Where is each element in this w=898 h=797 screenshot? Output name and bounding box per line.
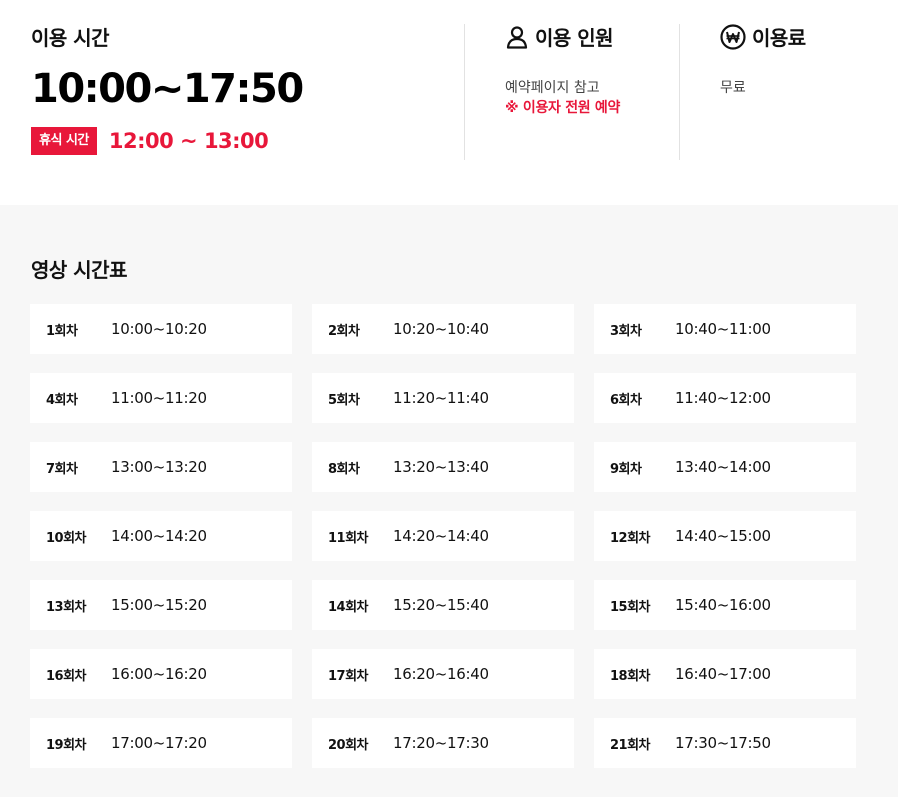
schedule-item: 6회차 11:40~12:00 — [594, 373, 856, 423]
schedule-item: 14회차 15:20~15:40 — [312, 580, 574, 630]
round-label: 13회차 — [46, 599, 87, 615]
round-label: 18회차 — [610, 668, 651, 684]
fee-heading: 이용료 — [720, 22, 806, 51]
schedule-item: 7회차 13:00~13:20 — [30, 442, 292, 492]
round-time: 11:00~11:20 — [111, 389, 207, 407]
round-label: 4회차 — [46, 392, 78, 408]
round-time: 15:40~16:00 — [675, 596, 771, 614]
schedule-item: 12회차 14:40~15:00 — [594, 511, 856, 561]
round-time: 17:30~17:50 — [675, 734, 771, 752]
schedule-item: 1회차 10:00~10:20 — [30, 304, 292, 354]
schedule-section: 영상 시간표 1회차 10:00~10:20 2회차 10:20~10:40 3회차… — [0, 205, 898, 797]
schedule-item: 19회차 17:00~17:20 — [30, 718, 292, 768]
schedule-item: 11회차 14:20~14:40 — [312, 511, 574, 561]
divider — [464, 24, 465, 160]
round-label: 19회차 — [46, 737, 87, 753]
round-label: 3회차 — [610, 323, 642, 339]
people-block: 이용 인원 예약페이지 참고 ※ 이용자 전원 예약 — [505, 22, 620, 118]
round-label: 2회차 — [328, 323, 360, 339]
round-label: 9회차 — [610, 461, 642, 477]
round-time: 16:20~16:40 — [393, 665, 489, 683]
schedule-item: 17회차 16:20~16:40 — [312, 649, 574, 699]
round-label: 12회차 — [610, 530, 651, 546]
people-heading: 이용 인원 — [505, 22, 620, 51]
schedule-item: 4회차 11:00~11:20 — [30, 373, 292, 423]
round-time: 11:20~11:40 — [393, 389, 489, 407]
fee-block: 이용료 무료 — [720, 22, 806, 98]
rest-time-value: 12:00 ~ 13:00 — [108, 129, 269, 153]
person-icon — [505, 25, 529, 49]
info-section: 이용 시간 10:00~17:50 휴식 시간 12:00 ~ 13:00 이용… — [0, 0, 898, 205]
schedule-item: 2회차 10:20~10:40 — [312, 304, 574, 354]
round-label: 7회차 — [46, 461, 78, 477]
people-title: 이용 인원 — [535, 26, 614, 50]
rest-time-row: 휴식 시간 12:00 ~ 13:00 — [31, 127, 303, 155]
round-time: 17:20~17:30 — [393, 734, 489, 752]
hours-title: 이용 시간 — [31, 26, 110, 50]
schedule-item: 20회차 17:20~17:30 — [312, 718, 574, 768]
round-time: 13:00~13:20 — [111, 458, 207, 476]
schedule-item: 16회차 16:00~16:20 — [30, 649, 292, 699]
round-time: 10:20~10:40 — [393, 320, 489, 338]
round-time: 14:00~14:20 — [111, 527, 207, 545]
schedule-grid: 1회차 10:00~10:20 2회차 10:20~10:40 3회차 10:40~1… — [30, 304, 856, 768]
schedule-item: 21회차 17:30~17:50 — [594, 718, 856, 768]
fee-desc: 무료 — [720, 80, 746, 96]
people-desc: 예약페이지 참고 — [505, 80, 600, 96]
schedule-item: 10회차 14:00~14:20 — [30, 511, 292, 561]
round-time: 13:20~13:40 — [393, 458, 489, 476]
hours-block: 이용 시간 10:00~17:50 휴식 시간 12:00 ~ 13:00 — [31, 22, 304, 155]
divider — [679, 24, 680, 160]
round-time: 14:20~14:40 — [393, 527, 489, 545]
schedule-title: 영상 시간표 — [31, 258, 127, 282]
schedule-item: 8회차 13:20~13:40 — [312, 442, 574, 492]
round-time: 13:40~14:00 — [675, 458, 771, 476]
round-time: 16:00~16:20 — [111, 665, 207, 683]
round-label: 21회차 — [610, 737, 651, 753]
schedule-item: 15회차 15:40~16:00 — [594, 580, 856, 630]
round-label: 11회차 — [328, 530, 369, 546]
schedule-item: 13회차 15:00~15:20 — [30, 580, 292, 630]
schedule-item: 3회차 10:40~11:00 — [594, 304, 856, 354]
round-time: 11:40~12:00 — [675, 389, 771, 407]
round-time: 10:00~10:20 — [111, 320, 207, 338]
round-time: 16:40~17:00 — [675, 665, 771, 683]
round-time: 15:00~15:20 — [111, 596, 207, 614]
round-label: 8회차 — [328, 461, 360, 477]
round-label: 14회차 — [328, 599, 369, 615]
round-label: 1회차 — [46, 323, 78, 339]
won-icon — [720, 23, 746, 50]
schedule-item: 18회차 16:40~17:00 — [594, 649, 856, 699]
round-label: 15회차 — [610, 599, 651, 615]
operating-hours: 10:00~17:50 — [31, 66, 304, 112]
round-label: 16회차 — [46, 668, 87, 684]
round-time: 14:40~15:00 — [675, 527, 771, 545]
rest-time-badge: 휴식 시간 — [31, 127, 97, 155]
round-label: 20회차 — [328, 737, 369, 753]
schedule-item: 5회차 11:20~11:40 — [312, 373, 574, 423]
round-label: 6회차 — [610, 392, 642, 408]
round-time: 15:20~15:40 — [393, 596, 489, 614]
round-label: 10회차 — [46, 530, 87, 546]
people-notice: ※ 이용자 전원 예약 — [505, 100, 621, 116]
fee-title: 이용료 — [752, 26, 806, 50]
round-time: 17:00~17:20 — [111, 734, 207, 752]
round-time: 10:40~11:00 — [675, 320, 771, 338]
round-label: 17회차 — [328, 668, 369, 684]
round-label: 5회차 — [328, 392, 360, 408]
schedule-item: 9회차 13:40~14:00 — [594, 442, 856, 492]
